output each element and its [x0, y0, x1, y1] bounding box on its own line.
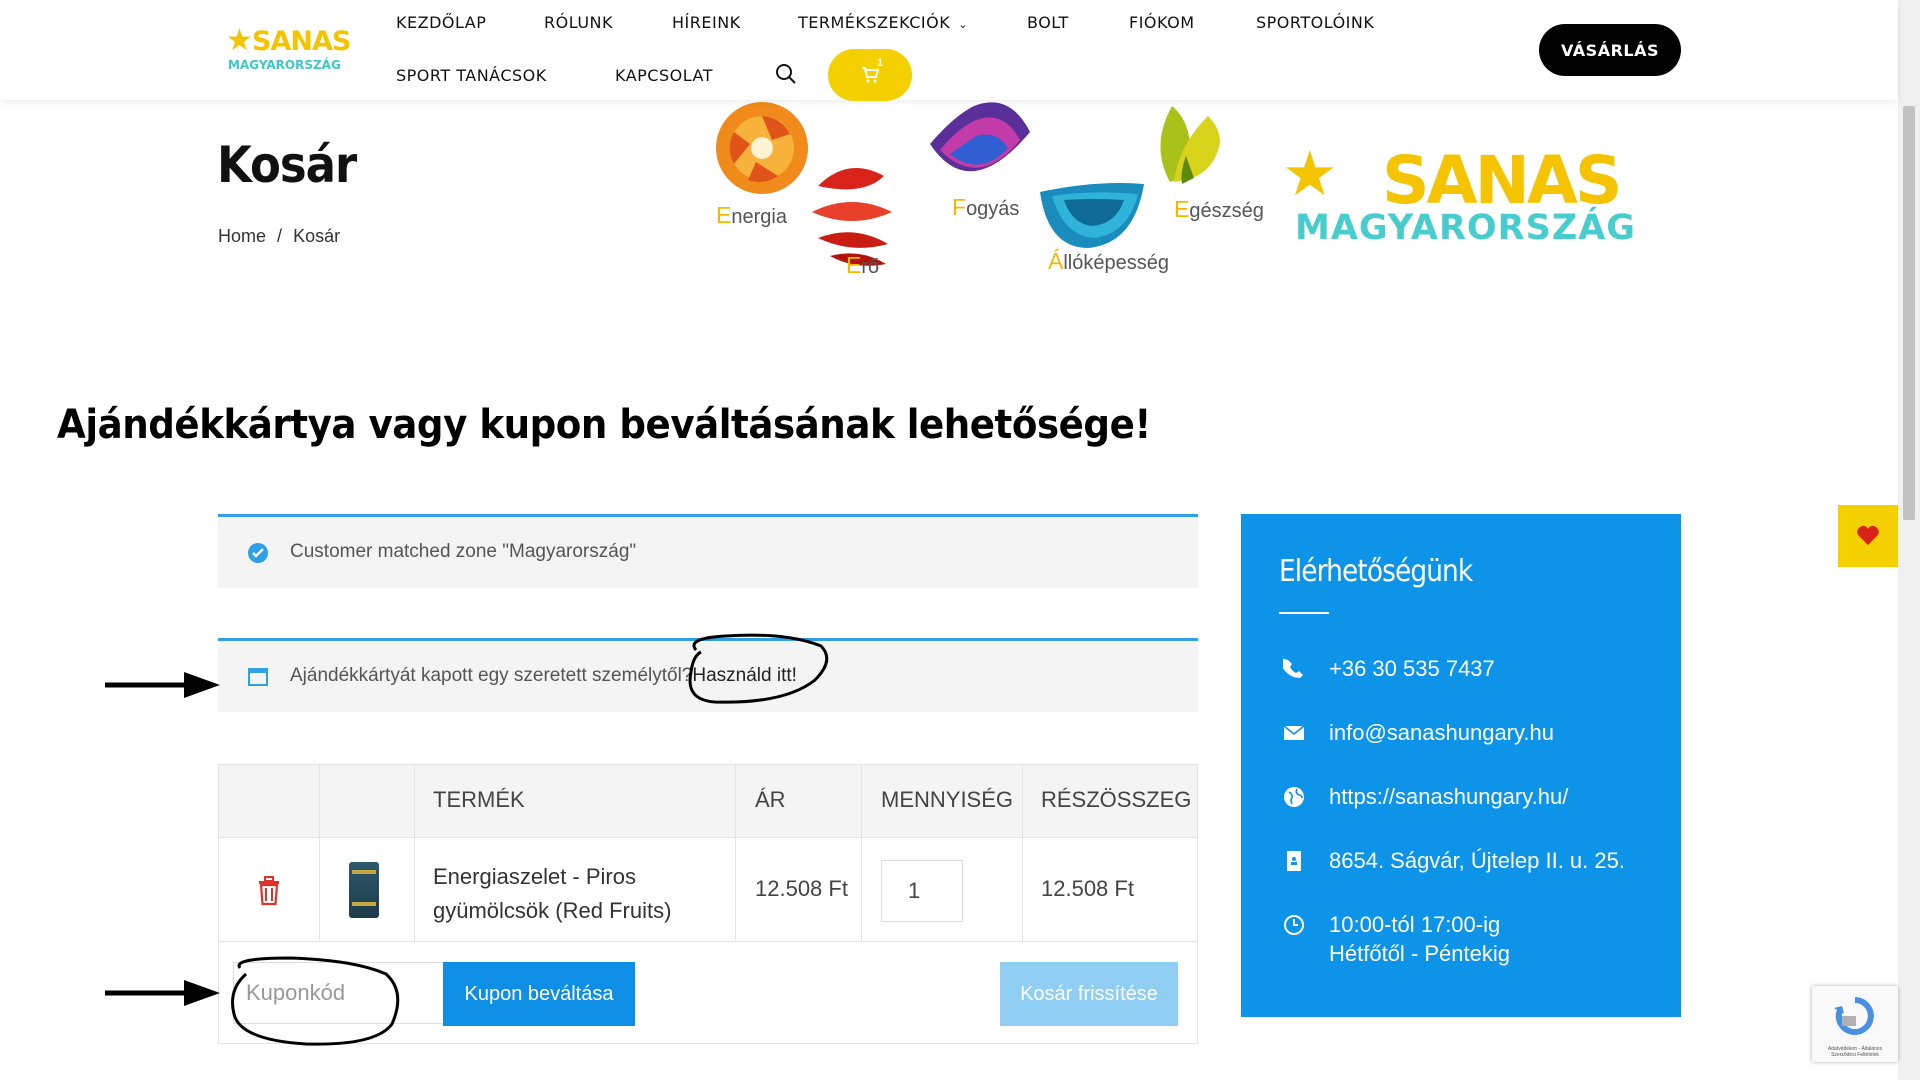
- recaptcha-badge[interactable]: Adatvédelem - Általános Szerződési Felté…: [1812, 986, 1898, 1062]
- product-name[interactable]: Energiaszelet - Piros gyümölcsök (Red Fr…: [433, 860, 671, 928]
- arrow-icon: [105, 980, 220, 1006]
- egeszseg-emblem-icon: [1160, 106, 1220, 184]
- nav-termekszekciok[interactable]: TERMÉKSZEKCIÓK ⌄: [798, 13, 968, 32]
- arrow-icon: [105, 672, 220, 698]
- table-row: Energiaszelet - Piros gyümölcsök (Red Fr…: [219, 837, 1197, 941]
- banner-label-egeszseg: Egészség: [1174, 196, 1264, 222]
- header-subtotal: RÉSZÖSSZEG: [1041, 787, 1192, 812]
- gift-card-prompt: Ajándékkártyát kapott egy szeretett szem…: [290, 665, 693, 686]
- allokepesseg-emblem-icon: [1040, 183, 1144, 248]
- breadcrumb-separator: /: [277, 226, 283, 246]
- contact-website-text: https://sanashungary.hu/: [1329, 784, 1569, 809]
- contact-email-text: info@sanashungary.hu: [1329, 720, 1554, 745]
- nav-sportoloink[interactable]: SPORTOLÓINK: [1256, 13, 1374, 32]
- search-icon: [776, 64, 796, 84]
- update-cart-button[interactable]: Kosár frissítése: [1000, 962, 1178, 1026]
- nav-rolunk[interactable]: RÓLUNK: [544, 13, 613, 32]
- banner-logo: ★ SANAS MAGYARORSZÁG: [1282, 142, 1682, 249]
- heart-icon: [1857, 525, 1879, 545]
- banner-label-fogyas: Fogyás: [952, 194, 1020, 220]
- cart-count-badge: 1: [877, 57, 884, 69]
- cart-icon: [862, 67, 879, 83]
- product-name-line2: gyümölcsök (Red Fruits): [433, 898, 672, 923]
- side-widget-tab[interactable]: [1838, 505, 1898, 567]
- page-title: Kosár: [217, 136, 357, 194]
- title-underline: [1279, 612, 1329, 614]
- banner-logo-text: SANAS: [1382, 142, 1622, 219]
- cart-actions-row: Kupon beváltása Kosár frissítése: [219, 941, 1197, 1045]
- trash-icon[interactable]: [257, 876, 281, 906]
- logo-subtext: MAGYARORSZÁG: [228, 58, 341, 72]
- zone-notice: Customer matched zone "Magyarország": [218, 514, 1198, 588]
- zone-notice-text: Customer matched zone "Magyarország": [290, 541, 637, 562]
- banner-label-ero: Erő: [846, 252, 880, 278]
- recaptcha-icon: [1834, 997, 1874, 1035]
- nav-bolt[interactable]: BOLT: [1027, 13, 1069, 32]
- table-header-row: TERMÉK ÁR MENNYISÉG RÉSZÖSSZEG: [219, 765, 1197, 837]
- nav-kezdolap[interactable]: KEZDŐLAP: [396, 13, 486, 32]
- cart-table: TERMÉK ÁR MENNYISÉG RÉSZÖSSZEG Energiasz…: [218, 764, 1198, 1044]
- site-header: ★ SANAS MAGYARORSZÁG KEZDŐLAP RÓLUNK HÍR…: [0, 0, 1898, 101]
- scrollbar-thumb[interactable]: [1903, 106, 1915, 520]
- product-price: 12.508 Ft: [755, 876, 848, 901]
- banner-label-allokepesseg: Állóképesség: [1048, 248, 1169, 274]
- apply-coupon-button[interactable]: Kupon beváltása: [443, 962, 635, 1026]
- coupon-code-input[interactable]: [233, 962, 451, 1024]
- globe-icon: [1284, 787, 1304, 807]
- gift-card-notice: Ajándékkártyát kapott egy szeretett szem…: [218, 638, 1198, 712]
- contact-days-text: Hétfőtől - Péntekig: [1329, 941, 1510, 966]
- search-button[interactable]: [775, 63, 799, 87]
- banner-label-energia: Energia: [716, 202, 787, 228]
- contact-title: Elérhetőségünk: [1279, 554, 1473, 589]
- gift-card-notice-text: Ajándékkártyát kapott egy szeretett szem…: [290, 665, 797, 687]
- header-price: ÁR: [755, 787, 786, 812]
- fogyas-emblem-icon: [930, 102, 1030, 172]
- mail-icon: [1283, 725, 1305, 740]
- phone-icon: [1283, 658, 1303, 678]
- nav-hireink[interactable]: HÍREINK: [672, 13, 741, 32]
- window-icon: [248, 668, 268, 686]
- contact-phone-text: +36 30 535 7437: [1329, 656, 1495, 681]
- breadcrumb-home[interactable]: Home: [218, 226, 266, 246]
- nav-termekszekciok-label: TERMÉKSZEKCIÓK: [798, 13, 951, 32]
- buy-button[interactable]: VÁSÁRLÁS: [1539, 24, 1681, 76]
- nav-sport-tanacsok[interactable]: SPORT TANÁCSOK: [396, 66, 547, 85]
- recaptcha-text: Adatvédelem - Általános Szerződési Felté…: [1827, 1046, 1883, 1058]
- product-name-line1: Energiaszelet - Piros: [433, 864, 636, 889]
- nav-kapcsolat[interactable]: KAPCSOLAT: [615, 66, 713, 85]
- star-icon: ★: [1282, 140, 1338, 209]
- check-circle-icon: [248, 543, 268, 563]
- breadcrumb: Home / Kosár: [218, 226, 346, 247]
- contact-widget: Elérhetőségünk +36 30 535 7437 info@sana…: [1241, 514, 1681, 1017]
- gift-card-link[interactable]: Használd itt!: [692, 665, 797, 686]
- nav-fiokom[interactable]: FIÓKOM: [1129, 13, 1195, 32]
- logo-text: SANAS: [252, 26, 351, 57]
- banner-logo-subtext: MAGYARORSZÁG: [1295, 208, 1637, 248]
- product-thumbnail[interactable]: [349, 862, 379, 918]
- breadcrumb-current: Kosár: [293, 226, 341, 246]
- cart-button[interactable]: 1: [828, 49, 912, 101]
- header-quantity: MENNYISÉG: [881, 787, 1014, 812]
- energia-emblem-icon: [716, 102, 808, 194]
- promo-heading: Ajándékkártya vagy kupon beváltásának le…: [57, 402, 1151, 448]
- star-icon: ★: [226, 24, 253, 57]
- chevron-down-icon: ⌄: [958, 18, 968, 31]
- address-icon: [1287, 851, 1301, 871]
- contact-address-text: 8654. Ságvár, Újtelep II. u. 25.: [1329, 848, 1625, 873]
- scrollbar[interactable]: [1898, 0, 1920, 1080]
- clock-icon: [1284, 915, 1304, 935]
- product-subtotal: 12.508 Ft: [1041, 876, 1134, 901]
- quantity-input[interactable]: [881, 860, 963, 922]
- header-product: TERMÉK: [433, 787, 525, 812]
- site-logo[interactable]: ★ SANAS MAGYARORSZÁG: [226, 24, 356, 76]
- contact-hours-text: 10:00-tól 17:00-ig: [1329, 912, 1501, 937]
